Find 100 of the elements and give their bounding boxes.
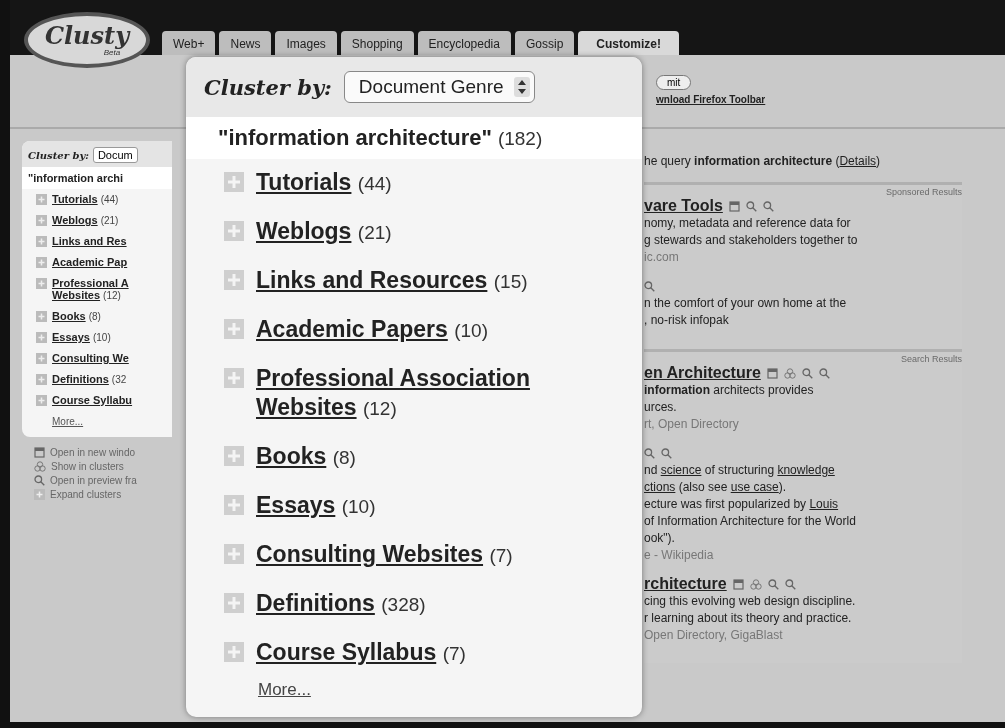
- expand-icon: [36, 194, 47, 205]
- cluster-link[interactable]: Tutorials (44): [256, 168, 392, 198]
- tab[interactable]: Web+: [162, 31, 216, 55]
- cluster-count: (44): [100, 194, 119, 205]
- cluster-link[interactable]: Essays: [52, 331, 90, 343]
- search-icon[interactable]: [762, 200, 774, 212]
- cluster-root[interactable]: "information architecture": [218, 125, 492, 150]
- snippet-link[interactable]: Details: [839, 154, 877, 168]
- cluster-link[interactable]: Academic Papers (10): [256, 315, 488, 345]
- legend-label: Show in clusters: [51, 461, 124, 472]
- search-icon[interactable]: [34, 475, 45, 486]
- result-snippet: r learning about its theory and practice.: [644, 610, 853, 627]
- cluster-count: (8): [88, 311, 101, 322]
- cluster-select[interactable]: Document Genre: [343, 71, 535, 103]
- result-title-link[interactable]: vare Tools: [644, 197, 723, 215]
- cluster-by-label: Cluster by:: [28, 149, 89, 161]
- cluster-select[interactable]: Docum: [92, 147, 138, 163]
- expand-icon: [36, 332, 47, 343]
- toolbar-link[interactable]: wnload Firefox Toolbar: [656, 94, 766, 105]
- cluster-root[interactable]: "information archi: [22, 167, 172, 189]
- cluster-link[interactable]: Definitions (328): [256, 589, 426, 619]
- search-icon[interactable]: [644, 280, 655, 292]
- cluster-link[interactable]: Links and Res: [52, 235, 127, 247]
- clusters-icon[interactable]: [783, 367, 796, 379]
- tab[interactable]: Gossip: [514, 31, 575, 55]
- expand-icon: [36, 215, 47, 226]
- result-snippet: cing this evolving web design discipline.: [644, 593, 857, 610]
- more-link[interactable]: More...: [52, 416, 84, 427]
- cluster-link[interactable]: Weblogs: [52, 214, 98, 226]
- cluster-link[interactable]: Books: [52, 310, 86, 322]
- result-source: ic.com: [644, 249, 680, 265]
- snippet-link[interactable]: ctions: [644, 480, 676, 494]
- snippet-link[interactable]: knowledge: [777, 463, 835, 477]
- cluster-link[interactable]: Weblogs (21): [256, 217, 392, 247]
- snippet-link[interactable]: science: [660, 463, 702, 477]
- cluster-link[interactable]: Course Syllabus (7): [256, 638, 466, 668]
- logo[interactable]: Clusty Beta: [24, 12, 150, 68]
- search-icon[interactable]: [745, 200, 757, 212]
- cluster-by-label: Cluster by:: [204, 74, 332, 100]
- result-snippet: of Information Architecture for the World: [644, 513, 857, 530]
- cluster-count: (32: [111, 374, 127, 385]
- cluster-link[interactable]: Essays (10): [256, 491, 376, 521]
- search-icon[interactable]: [767, 578, 779, 590]
- cluster-link[interactable]: Professional A: [52, 277, 129, 289]
- expand-icon: [36, 353, 47, 364]
- result-snippet: information architects provides: [644, 382, 815, 399]
- expand-icon: [36, 236, 47, 247]
- legend-label: Open in preview fra: [50, 475, 137, 486]
- expand-icon: [36, 311, 47, 322]
- search-icon[interactable]: [644, 447, 655, 459]
- cluster-link[interactable]: Websites: [52, 289, 101, 301]
- result-snippet: n the comfort of your own home at the: [644, 295, 848, 312]
- cluster-link[interactable]: Consulting Websites (7): [256, 540, 513, 570]
- result-source: rt, Open Directory: [644, 416, 740, 432]
- tab[interactable]: Shopping: [340, 31, 414, 55]
- snippet-link[interactable]: Louis: [809, 497, 839, 511]
- legend-label: Expand clusters: [50, 489, 122, 500]
- result-snippet: , no-risk infopak: [644, 312, 730, 329]
- cluster-link[interactable]: Professional Association Websites (12): [256, 364, 586, 423]
- search-icon[interactable]: [784, 578, 796, 590]
- expand-icon: [36, 257, 47, 268]
- window-icon[interactable]: [766, 367, 778, 379]
- snippet-link[interactable]: use case: [730, 480, 779, 494]
- result-snippet: he query information architecture (Details): [644, 153, 882, 170]
- result-snippet: nomy, metadata and reference data for: [644, 215, 852, 232]
- result-title-link[interactable]: en Architecture: [644, 364, 761, 382]
- cluster-link[interactable]: Definitions: [52, 373, 109, 385]
- expand-icon: [36, 374, 47, 385]
- cluster-link[interactable]: Consulting We: [52, 352, 129, 364]
- result-source: Open Directory, GigaBlast: [644, 627, 784, 643]
- window-icon[interactable]: [728, 200, 740, 212]
- search-icon[interactable]: [661, 447, 672, 459]
- cluster-link[interactable]: Tutorials: [52, 193, 98, 205]
- result-title-link[interactable]: rchitecture: [644, 575, 727, 593]
- tab[interactable]: News: [219, 31, 272, 55]
- cluster-link[interactable]: Links and Resources (15): [256, 266, 528, 296]
- cluster-count: (12): [103, 290, 121, 301]
- clusters-icon[interactable]: [34, 461, 46, 472]
- cluster-count: (10): [92, 332, 111, 343]
- cluster-link[interactable]: Course Syllabu: [52, 394, 133, 406]
- result-snippet: urces.: [644, 399, 678, 416]
- tab[interactable]: Images: [275, 31, 337, 55]
- result-snippet: ecture was first popularized by Louis: [644, 496, 840, 513]
- search-icon[interactable]: [801, 367, 813, 379]
- submit-button[interactable]: mit: [656, 75, 692, 90]
- result-snippet: nd science of structuring knowledge: [644, 462, 836, 479]
- tab[interactable]: Encyclopedia: [417, 31, 511, 55]
- cluster-count: (21): [100, 215, 119, 226]
- window-icon[interactable]: [34, 447, 45, 458]
- search-icon[interactable]: [818, 367, 830, 379]
- clusters-icon[interactable]: [749, 578, 762, 590]
- section-label: Sponsored Results: [884, 187, 962, 197]
- more-link[interactable]: More...: [258, 680, 311, 700]
- window-icon[interactable]: [732, 578, 744, 590]
- cluster-link[interactable]: Books (8): [256, 442, 356, 472]
- tab[interactable]: Customize!: [578, 31, 679, 55]
- stepper-icon[interactable]: [513, 77, 530, 97]
- cluster-count: (182): [497, 128, 543, 149]
- cluster-link[interactable]: Academic Pap: [52, 256, 128, 268]
- expand-icon: [34, 489, 45, 500]
